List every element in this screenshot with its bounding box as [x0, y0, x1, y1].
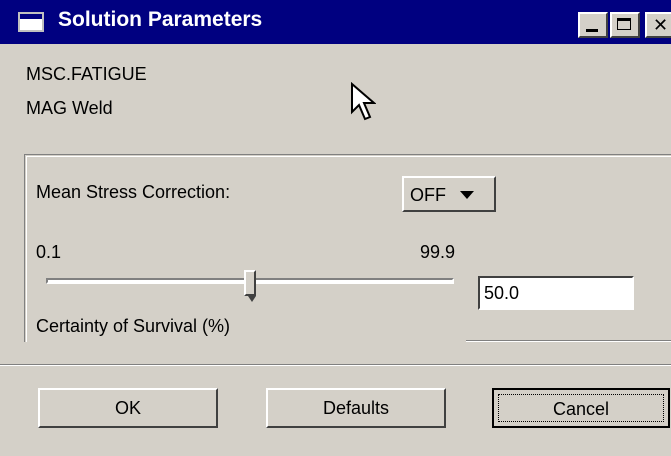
survival-value-input[interactable]: [478, 276, 634, 310]
defaults-button[interactable]: Defaults: [266, 388, 446, 428]
title-bar[interactable]: Solution Parameters ✕: [0, 0, 671, 44]
minimize-button[interactable]: [578, 12, 608, 38]
cancel-button[interactable]: Cancel: [492, 388, 670, 428]
ok-button[interactable]: OK: [38, 388, 218, 428]
maximize-icon: [617, 18, 631, 30]
survival-slider-thumb[interactable]: [244, 270, 256, 302]
product-name: MSC.FATIGUE: [26, 64, 147, 84]
cancel-button-label: Cancel: [498, 394, 664, 422]
close-icon: ✕: [653, 15, 669, 35]
group-bottom-divider: [466, 340, 671, 342]
mouse-pointer-icon: [351, 82, 376, 121]
slider-min-label: 0.1: [36, 242, 62, 262]
minimize-icon: [586, 29, 598, 32]
mean-stress-value: OFF: [410, 185, 446, 205]
dropdown-arrow-icon: [460, 191, 474, 199]
analysis-type: MAG Weld: [26, 98, 113, 118]
mean-stress-label: Mean Stress Correction:: [36, 182, 231, 202]
window-title: Solution Parameters: [58, 8, 263, 31]
maximize-button[interactable]: [610, 12, 640, 38]
mean-stress-dropdown[interactable]: OFF: [402, 176, 496, 212]
window-icon: [18, 12, 44, 32]
close-button[interactable]: ✕: [645, 12, 671, 38]
survival-label: Certainty of Survival (%): [36, 316, 231, 336]
slider-max-label: 99.9: [420, 242, 456, 262]
button-divider: [0, 364, 671, 366]
